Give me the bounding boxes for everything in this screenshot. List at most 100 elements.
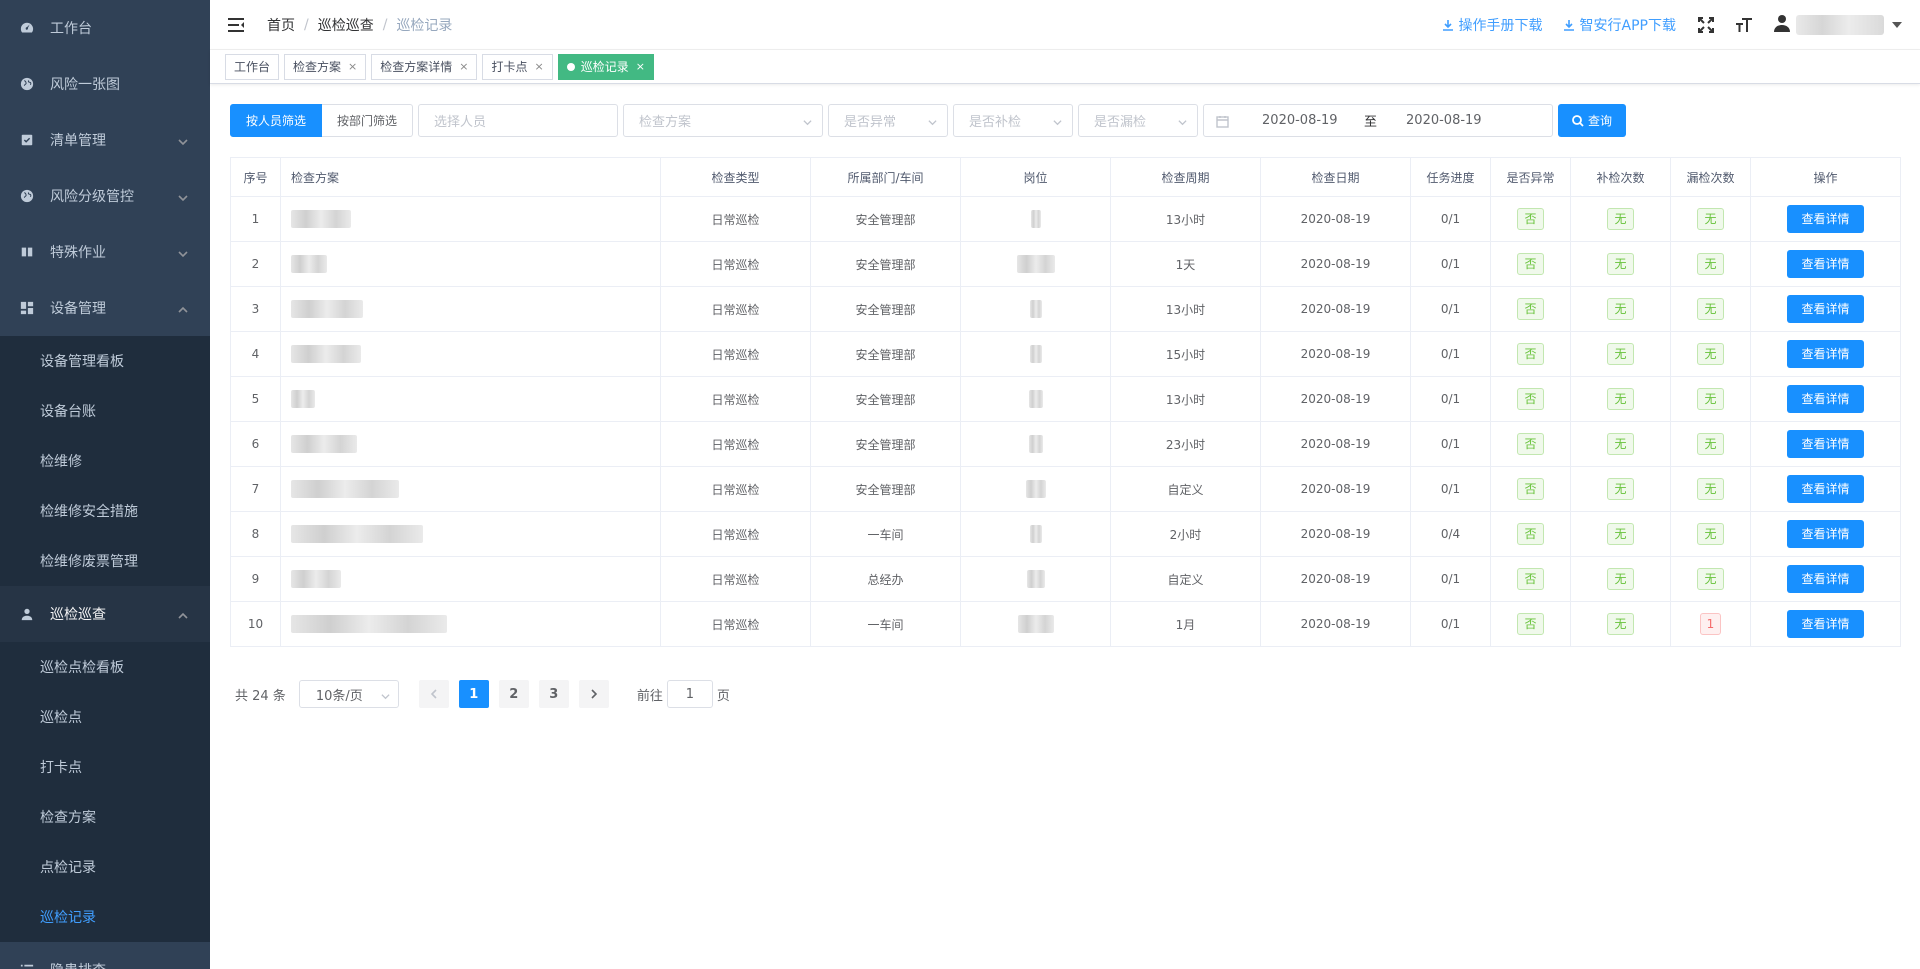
cell-cycle: 13小时: [1110, 196, 1261, 242]
post-name-blurred: [1028, 435, 1043, 453]
breadcrumb-home[interactable]: 首页: [267, 15, 295, 35]
sidebar-item-workbench[interactable]: 工作台: [0, 0, 210, 56]
view-detail-button[interactable]: 查看详情: [1787, 430, 1864, 458]
sidebar-sub-maintenance-safety[interactable]: 检维修安全措施: [0, 486, 210, 536]
cell-post: [960, 601, 1111, 647]
prev-page-button[interactable]: [418, 680, 449, 708]
col-header: 任务进度: [1410, 157, 1491, 197]
sidebar-sub-device-ledger[interactable]: 设备台账: [0, 386, 210, 436]
view-detail-button[interactable]: 查看详情: [1787, 295, 1864, 323]
filter-by-dept-button[interactable]: 按部门筛选: [322, 104, 414, 137]
view-detail-button[interactable]: 查看详情: [1787, 565, 1864, 593]
manual-download-link[interactable]: 操作手册下载: [1442, 15, 1543, 35]
cell-abnormal: 否: [1490, 466, 1571, 512]
view-detail-button[interactable]: 查看详情: [1787, 475, 1864, 503]
records-table: 序号 检查方案 检查类型 所属部门/车间 岗位 检查周期 检查日期 任务进度 是…: [230, 157, 1901, 647]
recheck-badge: 无: [1607, 253, 1634, 275]
sidebar-sub-check-plan[interactable]: 检查方案: [0, 792, 210, 842]
sidebar-item-label: 清单管理: [50, 133, 106, 149]
close-icon[interactable]: ×: [459, 55, 468, 79]
page-number[interactable]: 1: [458, 680, 489, 708]
close-icon[interactable]: ×: [535, 55, 544, 79]
table-row: 9 日常巡检 总经办 自定义 2020-08-19 0/1 否 无 无 查看详情: [230, 556, 1901, 602]
sidebar-item-risk-control[interactable]: 风险分级管控: [0, 168, 210, 224]
tag-checkin-point[interactable]: 打卡点 ×: [482, 53, 553, 80]
view-detail-button[interactable]: 查看详情: [1787, 385, 1864, 413]
page-size-select[interactable]: 10条/页: [298, 680, 399, 708]
view-detail-button[interactable]: 查看详情: [1787, 520, 1864, 548]
sidebar-item-label: 风险分级管控: [50, 189, 134, 205]
cell-recheck: 无: [1570, 466, 1671, 512]
fullscreen-icon[interactable]: [1696, 15, 1716, 35]
next-page-button[interactable]: [578, 680, 609, 708]
date-start[interactable]: 2020-08-19: [1262, 113, 1338, 128]
cell-cycle: 13小时: [1110, 286, 1261, 332]
abnormal-badge: 否: [1517, 343, 1544, 365]
post-name-blurred: [1030, 210, 1041, 228]
missed-badge: 无: [1697, 523, 1724, 545]
view-detail-button[interactable]: 查看详情: [1787, 610, 1864, 638]
hamburger-icon[interactable]: [227, 16, 245, 34]
sidebar-sub-patrol-board[interactable]: 巡检点检看板: [0, 642, 210, 692]
breadcrumb-patrol[interactable]: 巡检巡查: [318, 15, 374, 35]
cell-recheck: 无: [1570, 196, 1671, 242]
sidebar-sub-checkin-point[interactable]: 打卡点: [0, 742, 210, 792]
goto-page-input[interactable]: 1: [666, 680, 713, 708]
total-count: 共 24 条: [235, 688, 286, 704]
font-size-icon[interactable]: [1734, 15, 1754, 35]
inspector-icon: [20, 607, 34, 621]
sidebar-item-device[interactable]: 设备管理: [0, 280, 210, 336]
page-number[interactable]: 3: [538, 680, 569, 708]
plan-select[interactable]: 检查方案: [623, 104, 824, 137]
tag-check-plan-detail[interactable]: 检查方案详情 ×: [371, 53, 478, 80]
date-range-picker[interactable]: 2020-08-19 至 2020-08-19: [1203, 104, 1554, 137]
cell-recheck: 无: [1570, 556, 1671, 602]
missed-badge: 无: [1697, 298, 1724, 320]
cell-dept: 安全管理部: [810, 466, 961, 512]
table-row: 3 日常巡检 安全管理部 13小时 2020-08-19 0/1 否 无 无 查看详情: [230, 286, 1901, 332]
sidebar-item-hazard[interactable]: 隐患排查: [0, 942, 210, 969]
user-menu[interactable]: [1772, 13, 1902, 37]
missed-select[interactable]: 是否漏检: [1078, 104, 1199, 137]
recheck-placeholder: 是否补检: [969, 115, 1022, 130]
sidebar-sub-patrol-point[interactable]: 巡检点: [0, 692, 210, 742]
abnormal-select[interactable]: 是否异常: [828, 104, 949, 137]
cell-abnormal: 否: [1490, 241, 1571, 287]
cell-dept: 一车间: [810, 601, 961, 647]
tag-patrol-record[interactable]: 巡检记录 ×: [557, 53, 654, 80]
sidebar-item-special-work[interactable]: 特殊作业: [0, 224, 210, 280]
close-icon[interactable]: ×: [348, 55, 357, 79]
cell-type: 日常巡检: [660, 196, 811, 242]
sidebar-item-risk-map[interactable]: 风险一张图: [0, 56, 210, 112]
person-select[interactable]: 选择人员: [418, 104, 619, 137]
cell-no: 7: [230, 466, 281, 512]
sidebar-sub-maintenance-void[interactable]: 检维修废票管理: [0, 536, 210, 586]
close-icon[interactable]: ×: [636, 55, 645, 79]
missed-badge: 无: [1697, 433, 1724, 455]
abnormal-placeholder: 是否异常: [844, 115, 897, 130]
tag-workbench[interactable]: 工作台: [225, 53, 280, 80]
app-download-link[interactable]: 智安行APP下载: [1563, 15, 1676, 35]
post-name-blurred: [1029, 300, 1042, 318]
cell-progress: 0/1: [1410, 376, 1491, 422]
sidebar-item-label: 巡检巡查: [50, 607, 106, 623]
recheck-select[interactable]: 是否补检: [953, 104, 1074, 137]
date-end[interactable]: 2020-08-19: [1406, 113, 1482, 128]
sidebar-sub-device-board[interactable]: 设备管理看板: [0, 336, 210, 386]
cell-plan: [280, 421, 661, 467]
sidebar-sub-patrol-record[interactable]: 巡检记录: [0, 892, 210, 942]
cell-action: 查看详情: [1750, 556, 1901, 602]
view-detail-button[interactable]: 查看详情: [1787, 340, 1864, 368]
recheck-badge: 无: [1607, 433, 1634, 455]
search-button[interactable]: 查询: [1558, 104, 1627, 137]
view-detail-button[interactable]: 查看详情: [1787, 205, 1864, 233]
sidebar-item-patrol[interactable]: 巡检巡查: [0, 586, 210, 642]
sidebar-item-checklist[interactable]: 清单管理: [0, 112, 210, 168]
sidebar-sub-maintenance[interactable]: 检维修: [0, 436, 210, 486]
page-number[interactable]: 2: [498, 680, 529, 708]
sidebar-sub-spot-record[interactable]: 点检记录: [0, 842, 210, 892]
tag-label: 打卡点: [491, 59, 528, 74]
filter-by-person-button[interactable]: 按人员筛选: [230, 104, 323, 137]
view-detail-button[interactable]: 查看详情: [1787, 250, 1864, 278]
tag-check-plan[interactable]: 检查方案 ×: [284, 53, 367, 80]
